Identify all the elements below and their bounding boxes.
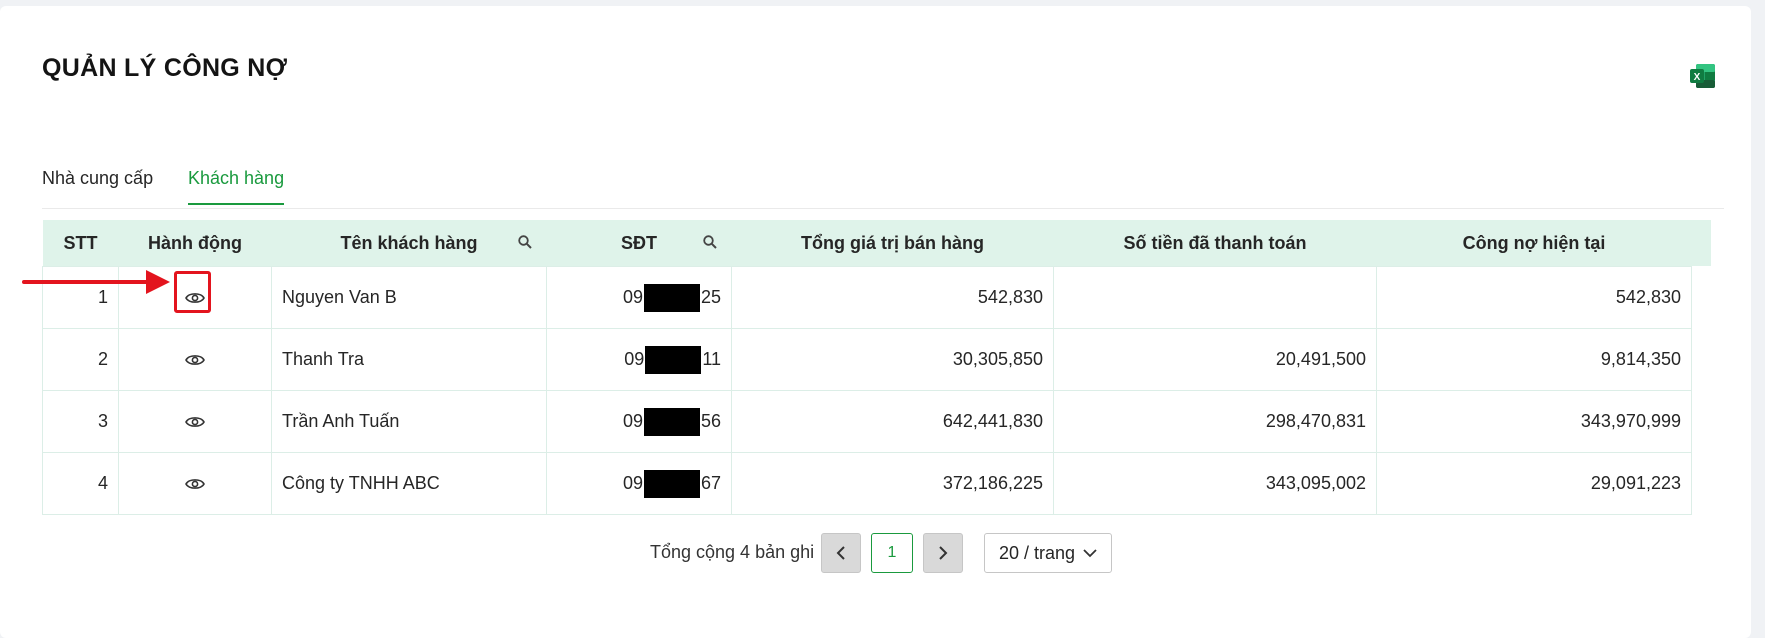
cell-total-sales: 30,305,850 <box>731 328 1054 391</box>
column-header-paid-amount: Số tiền đã thanh toán <box>1053 220 1377 267</box>
cell-customer-name: Thanh Tra <box>271 328 547 391</box>
excel-icon[interactable]: X <box>1689 63 1716 89</box>
cell-customer-name: Trần Anh Tuấn <box>271 390 547 453</box>
cell-stt: 4 <box>42 452 119 515</box>
cell-total-sales: 642,441,830 <box>731 390 1054 453</box>
column-header-stt: STT <box>42 220 119 267</box>
redaction-bar <box>643 407 700 436</box>
cell-phone: 09 25 <box>546 266 732 329</box>
cell-stt: 2 <box>42 328 119 391</box>
tab-customers[interactable]: Khách hàng <box>188 168 285 205</box>
table-row: 2 Thanh Tra 09 11 30,305,850 20,491,500 9… <box>42 328 1692 391</box>
cell-action <box>118 328 272 391</box>
table-row: 1 Nguyen Van B 09 25 542,830 542,830 <box>42 266 1692 329</box>
column-header-customer-name: Tên khách hàng <box>271 220 547 267</box>
pagination-total: Tổng cộng 4 bản ghi <box>650 542 815 562</box>
cell-phone: 09 11 <box>546 328 732 391</box>
cell-customer-name: Công ty TNHH ABC <box>271 452 547 515</box>
table-row: 4 Công ty TNHH ABC 09 67 372,186,225 343,… <box>42 452 1692 515</box>
page-number-button[interactable]: 1 <box>871 533 913 573</box>
annotation-highlight-box <box>174 271 211 313</box>
cell-paid-amount: 20,491,500 <box>1053 328 1377 391</box>
debt-table: STT Hành động Tên khách hàng SĐT Tổng gi… <box>42 220 1692 515</box>
column-header-total-sales: Tổng giá trị bán hàng <box>731 220 1054 267</box>
svg-text:X: X <box>1694 72 1701 83</box>
cell-total-sales: 542,830 <box>731 266 1054 329</box>
cell-current-debt: 9,814,350 <box>1376 328 1692 391</box>
chevron-down-icon <box>1083 549 1097 558</box>
annotation-arrow-icon <box>22 270 170 294</box>
redaction-bar <box>643 469 700 498</box>
table-row: 3 Trần Anh Tuấn 09 56 642,441,830 298,470… <box>42 390 1692 453</box>
chevron-right-icon <box>939 546 948 560</box>
pagination: Tổng cộng 4 bản ghi 1 20 / trang <box>0 533 1765 573</box>
cell-action <box>118 452 272 515</box>
page-size-select[interactable]: 20 / trang <box>984 533 1112 573</box>
table-header-row: STT Hành động Tên khách hàng SĐT Tổng gi… <box>42 220 1692 267</box>
next-page-button[interactable] <box>923 533 963 573</box>
column-header-current-debt: Công nợ hiện tại <box>1376 220 1692 267</box>
page-title: QUẢN LÝ CÔNG NỢ <box>42 54 288 82</box>
prev-page-button[interactable] <box>821 533 861 573</box>
eye-icon[interactable] <box>185 415 205 429</box>
cell-current-debt: 343,970,999 <box>1376 390 1692 453</box>
search-icon[interactable] <box>702 234 718 250</box>
cell-total-sales: 372,186,225 <box>731 452 1054 515</box>
table-header-scroll-gutter <box>1691 220 1711 266</box>
column-header-action: Hành động <box>118 220 272 267</box>
cell-paid-amount: 298,470,831 <box>1053 390 1377 453</box>
cell-phone: 09 56 <box>546 390 732 453</box>
cell-paid-amount <box>1053 266 1377 329</box>
cell-stt: 3 <box>42 390 119 453</box>
page-size-value: 20 / trang <box>999 542 1076 563</box>
search-icon[interactable] <box>517 234 533 250</box>
cell-paid-amount: 343,095,002 <box>1053 452 1377 515</box>
cell-current-debt: 29,091,223 <box>1376 452 1692 515</box>
cell-phone: 09 67 <box>546 452 732 515</box>
cell-action <box>118 390 272 453</box>
chevron-left-icon <box>836 546 845 560</box>
column-header-phone: SĐT <box>546 220 732 267</box>
redaction-bar <box>643 283 700 312</box>
cell-customer-name: Nguyen Van B <box>271 266 547 329</box>
eye-icon[interactable] <box>185 353 205 367</box>
redaction-bar <box>645 345 702 374</box>
tab-bar: Nhà cung cấp Khách hàng <box>42 156 1724 209</box>
cell-current-debt: 542,830 <box>1376 266 1692 329</box>
eye-icon[interactable] <box>185 477 205 491</box>
tab-suppliers[interactable]: Nhà cung cấp <box>42 168 153 203</box>
